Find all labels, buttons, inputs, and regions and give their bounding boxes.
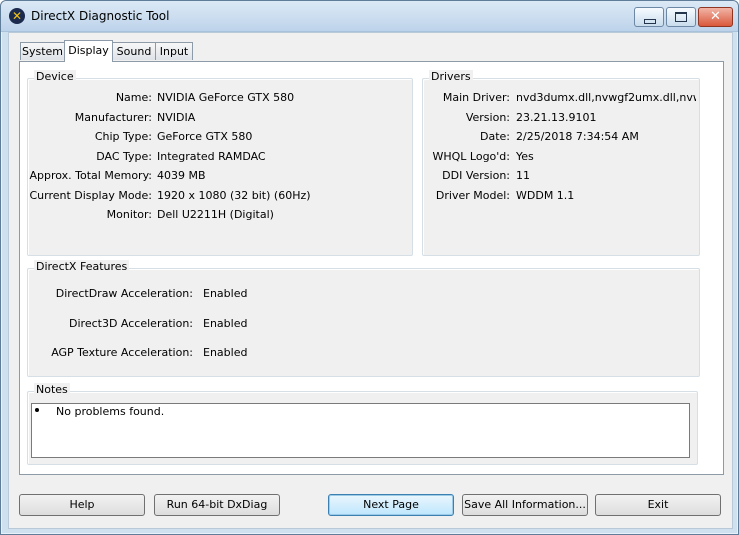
main-driver-label: Main Driver: (442, 91, 510, 104)
minimize-icon (644, 19, 656, 24)
maximize-button[interactable] (666, 7, 696, 27)
drivers-row-version: Version: 23.21.13.9101 (423, 110, 699, 126)
tab-input[interactable]: Input (155, 42, 193, 60)
help-button[interactable]: Help (19, 494, 145, 516)
device-row-monitor: Monitor: Dell U2211H (Digital) (28, 207, 412, 223)
version-label: Version: (465, 111, 510, 124)
window-title: DirectX Diagnostic Tool (31, 9, 170, 23)
title-bar[interactable]: ✕ DirectX Diagnostic Tool ✕ (1, 1, 738, 32)
ddi-version-label: DDI Version: (442, 169, 510, 182)
exit-button[interactable]: Exit (595, 494, 721, 516)
display-mode-label: Current Display Mode: (29, 189, 152, 202)
manufacturer-label: Manufacturer: (74, 111, 152, 124)
main-driver-value: nvd3dumx.dll,nvwgf2umx.dll,nvwgf2 (516, 91, 696, 104)
tab-display[interactable]: Display (64, 40, 113, 62)
tab-sound[interactable]: Sound (112, 42, 156, 60)
device-row-display-mode: Current Display Mode: 1920 x 1080 (32 bi… (28, 188, 412, 204)
drivers-group: Drivers Main Driver: nvd3dumx.dll,nvwgf2… (422, 70, 700, 256)
display-tab-panel: Device Name: NVIDIA GeForce GTX 580 Manu… (19, 61, 724, 475)
agp-texture-label: AGP Texture Acceleration: (51, 346, 193, 359)
device-row-dac-type: DAC Type: Integrated RAMDAC (28, 149, 412, 165)
directx-features-group: DirectX Features DirectDraw Acceleration… (27, 260, 700, 377)
memory-value: 4039 MB (157, 169, 206, 182)
driver-model-value: WDDM 1.1 (516, 189, 575, 202)
chip-type-value: GeForce GTX 580 (157, 130, 253, 143)
driver-model-label: Driver Model: (435, 189, 510, 202)
feature-row-direct3d: Direct3D Acceleration: Enabled (28, 316, 699, 332)
directdraw-label: DirectDraw Acceleration: (55, 287, 193, 300)
device-name-label: Name: (115, 91, 152, 104)
tab-system[interactable]: System (20, 42, 65, 60)
dac-type-value: Integrated RAMDAC (157, 150, 266, 163)
maximize-icon (675, 12, 687, 22)
notes-item: No problems found. (56, 405, 165, 418)
whql-label: WHQL Logo'd: (432, 150, 510, 163)
directx-icon: ✕ (9, 8, 25, 24)
chip-type-label: Chip Type: (94, 130, 152, 143)
display-mode-value: 1920 x 1080 (32 bit) (60Hz) (157, 189, 311, 202)
notes-group: Notes No problems found. (27, 383, 698, 465)
device-group: Device Name: NVIDIA GeForce GTX 580 Manu… (27, 70, 413, 256)
next-page-button[interactable]: Next Page (328, 494, 454, 516)
drivers-group-title: Drivers (429, 70, 473, 83)
drivers-row-driver-model: Driver Model: WDDM 1.1 (423, 188, 699, 204)
device-row-memory: Approx. Total Memory: 4039 MB (28, 168, 412, 184)
drivers-row-date: Date: 2/25/2018 7:34:54 AM (423, 129, 699, 145)
notes-group-title: Notes (34, 383, 70, 396)
directdraw-value: Enabled (203, 287, 248, 300)
monitor-value: Dell U2211H (Digital) (157, 208, 274, 221)
feature-row-directdraw: DirectDraw Acceleration: Enabled (28, 286, 699, 302)
device-group-title: Device (34, 70, 76, 83)
direct3d-value: Enabled (203, 317, 248, 330)
close-icon: ✕ (710, 9, 721, 24)
feature-row-agp-texture: AGP Texture Acceleration: Enabled (28, 345, 699, 361)
dac-type-label: DAC Type: (96, 150, 152, 163)
drivers-row-whql: WHQL Logo'd: Yes (423, 149, 699, 165)
date-label: Date: (480, 130, 510, 143)
close-button[interactable]: ✕ (698, 7, 733, 27)
device-row-chip-type: Chip Type: GeForce GTX 580 (28, 129, 412, 145)
version-value: 23.21.13.9101 (516, 111, 597, 124)
device-row-name: Name: NVIDIA GeForce GTX 580 (28, 90, 412, 106)
whql-value: Yes (516, 150, 534, 163)
drivers-row-ddi-version: DDI Version: 11 (423, 168, 699, 184)
date-value: 2/25/2018 7:34:54 AM (516, 130, 639, 143)
drivers-row-main-driver: Main Driver: nvd3dumx.dll,nvwgf2umx.dll,… (423, 90, 699, 106)
bullet-icon (35, 408, 39, 412)
device-row-manufacturer: Manufacturer: NVIDIA (28, 110, 412, 126)
ddi-version-value: 11 (516, 169, 530, 182)
save-all-information-button[interactable]: Save All Information... (462, 494, 588, 516)
manufacturer-value: NVIDIA (157, 111, 196, 124)
features-group-title: DirectX Features (34, 260, 130, 273)
memory-label: Approx. Total Memory: (29, 169, 153, 182)
dxdiag-window: ✕ DirectX Diagnostic Tool ✕ System Displ… (0, 0, 739, 535)
monitor-label: Monitor: (106, 208, 152, 221)
notes-textbox[interactable]: No problems found. (31, 403, 690, 458)
direct3d-label: Direct3D Acceleration: (69, 317, 193, 330)
dialog-body: System Display Sound Input Device Name: … (8, 32, 733, 529)
agp-texture-value: Enabled (203, 346, 248, 359)
device-name-value: NVIDIA GeForce GTX 580 (157, 91, 295, 104)
run-64-bit-dxdiag-button[interactable]: Run 64-bit DxDiag (154, 494, 280, 516)
minimize-button[interactable] (634, 7, 664, 27)
